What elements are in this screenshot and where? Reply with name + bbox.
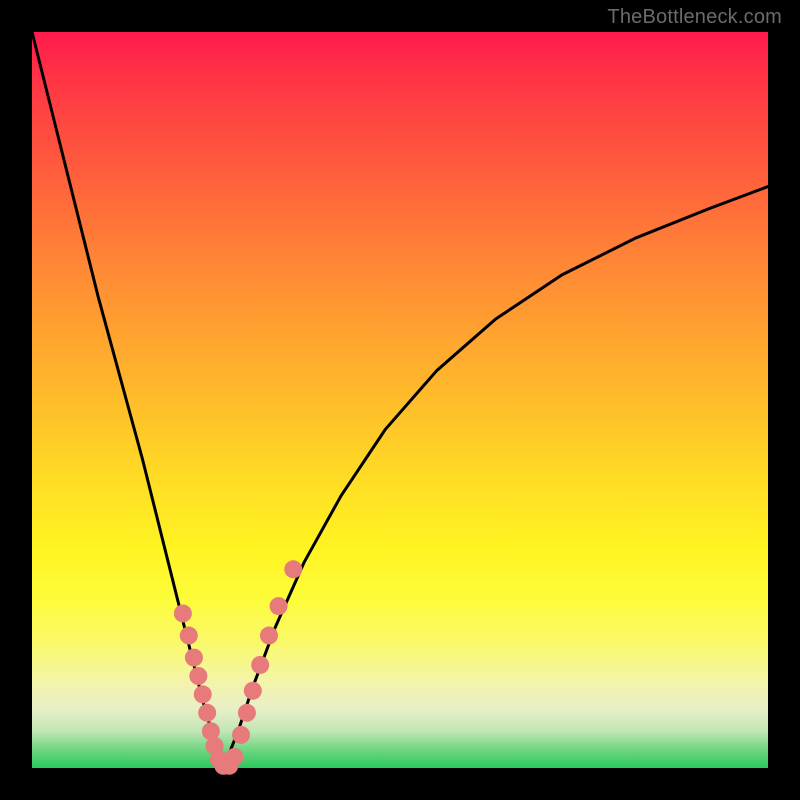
data-marker <box>232 726 250 744</box>
data-marker <box>251 656 269 674</box>
curve-right-branch <box>223 187 768 768</box>
chart-svg <box>32 32 768 768</box>
data-marker <box>174 604 192 622</box>
data-marker <box>189 667 207 685</box>
data-marker <box>194 685 212 703</box>
curve-lines <box>32 32 768 768</box>
data-marker <box>238 704 256 722</box>
data-marker <box>185 649 203 667</box>
data-marker <box>225 748 243 766</box>
plot-area <box>32 32 768 768</box>
watermark-text: TheBottleneck.com <box>607 6 782 29</box>
data-marker <box>198 704 216 722</box>
data-marker <box>260 627 278 645</box>
data-marker <box>244 682 262 700</box>
data-marker <box>284 560 302 578</box>
chart-frame: TheBottleneck.com <box>0 0 800 800</box>
data-marker <box>180 627 198 645</box>
data-marker <box>270 597 288 615</box>
